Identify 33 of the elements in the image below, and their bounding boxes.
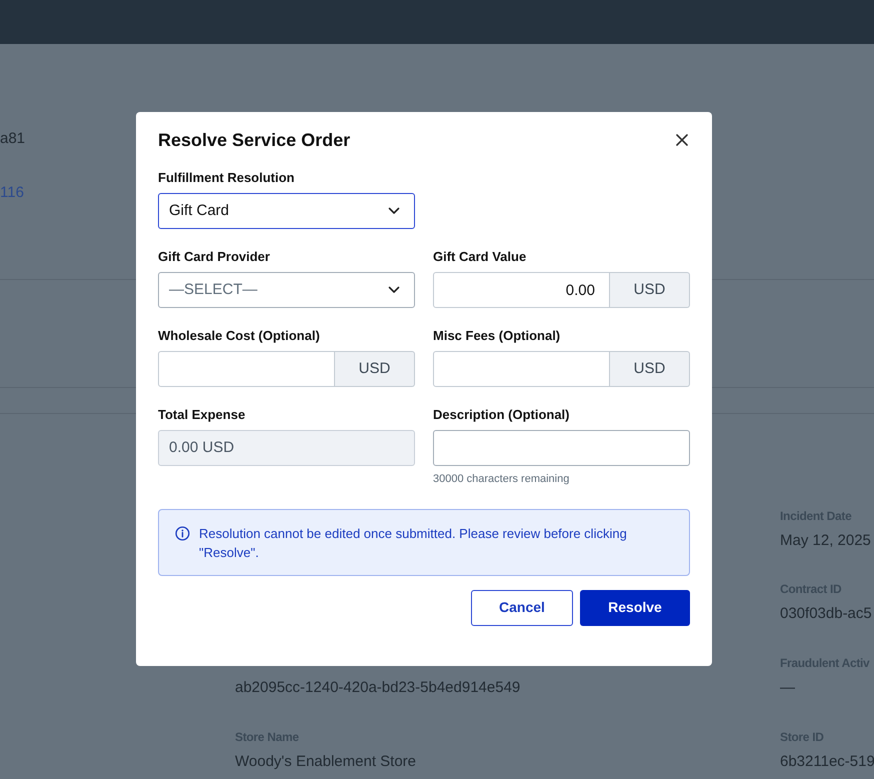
chevron-down-icon: [388, 286, 400, 294]
input-field[interactable]: [433, 430, 690, 466]
dialog-title: Resolve Service Order: [158, 128, 350, 152]
field-value: ab2095cc-1240-420a-bd23-5b4ed914e549: [235, 678, 520, 698]
field-label: Wholesale Cost (Optional): [158, 328, 321, 343]
close-icon[interactable]: [676, 134, 688, 146]
unit-label: USD: [335, 351, 415, 387]
field-value: —: [780, 678, 795, 698]
dropdown[interactable]: —SELECT—: [158, 272, 415, 308]
input-field[interactable]: 0.00: [433, 272, 610, 308]
read-only-field: 0.00 USD: [158, 430, 415, 466]
field-label: Fulfillment Resolution: [158, 170, 296, 185]
unit-label: USD: [610, 272, 690, 308]
chevron-down-icon: [388, 207, 400, 215]
unit-label: USD: [610, 351, 690, 387]
field-value: Woody's Enablement Store: [235, 752, 416, 772]
field-value: 6b3211ec-519: [780, 752, 874, 772]
info-icon: [175, 526, 190, 540]
input-field[interactable]: [433, 351, 610, 387]
field-value: a81: [0, 129, 26, 149]
helper-text: 30000 characters remaining: [433, 472, 570, 487]
field-label: Description (Optional): [433, 407, 570, 422]
field-label: Misc Fees (Optional): [433, 328, 562, 343]
cancel-button[interactable]: Cancel: [471, 590, 573, 626]
input-field[interactable]: [158, 351, 335, 387]
field-label: Gift Card Provider: [158, 249, 271, 264]
dropdown[interactable]: Gift Card: [158, 193, 415, 229]
alert-message: Resolution cannot be edited once submitted. Please review before clicking "Resolve".: [199, 524, 628, 562]
field-value: 030f03db-ac5: [780, 604, 872, 624]
field-value: May 12, 2025: [780, 531, 871, 551]
field-label: Gift Card Value: [433, 249, 528, 264]
field-label: Total Expense: [158, 407, 246, 422]
resolve-button[interactable]: Resolve: [580, 590, 690, 626]
